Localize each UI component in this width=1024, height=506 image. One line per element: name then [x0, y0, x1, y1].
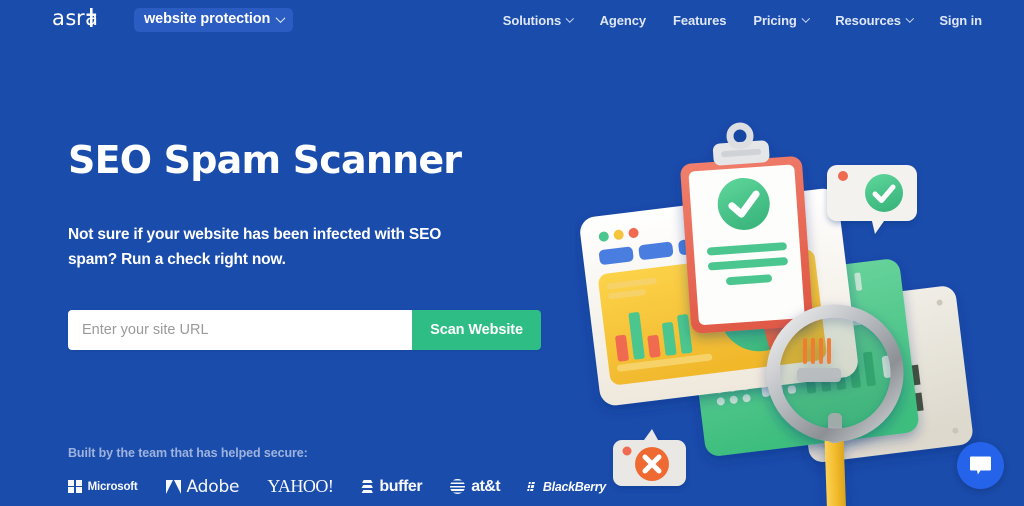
customer-logo-row: Microsoft Adobe YAHOO! buffer at&t Black… [68, 476, 606, 497]
brand-logo-group[interactable]: as ra website protection [52, 6, 294, 35]
adobe-a-icon [165, 479, 181, 494]
page-title: SEO Spam Scanner [68, 138, 462, 182]
trust-bar-label: Built by the team that has helped secure… [68, 446, 308, 460]
chat-widget-button[interactable] [957, 442, 1004, 489]
logo-blackberry: BlackBerry [527, 479, 606, 494]
nav-label-solutions: Solutions [502, 12, 562, 28]
chevron-down-icon [905, 14, 914, 23]
illus-clipboard [680, 122, 813, 334]
logo-adobe: Adobe [165, 476, 240, 497]
logo-microsoft: Microsoft [68, 479, 138, 494]
nav-label-resources: Resources [835, 12, 901, 28]
primary-nav-links: Solutions Agency Features Pricing Resour… [503, 13, 1000, 28]
nav-item-solutions[interactable]: Solutions [502, 12, 574, 28]
nav-item-features[interactable]: Features [673, 13, 726, 28]
logo-label-adobe: Adobe [186, 476, 240, 497]
astra-wordmark[interactable]: as ra [52, 6, 124, 35]
chevron-down-icon [275, 13, 286, 24]
logo-yahoo: YAHOO! [267, 476, 334, 497]
scan-form: Scan Website [68, 310, 541, 351]
hero-illustration [575, 120, 1015, 506]
astra-logo-icon: as ra [52, 6, 99, 30]
blackberry-dots-icon [527, 482, 538, 491]
illus-error-bubble [613, 429, 686, 486]
logo-buffer: buffer [361, 477, 423, 496]
chevron-down-icon [565, 14, 574, 23]
site-url-input[interactable] [68, 310, 413, 351]
microsoft-grid-icon [68, 479, 82, 494]
hero-section: SEO Spam Scanner Not sure if your websit… [68, 138, 568, 351]
logo-att: at&t [450, 477, 501, 496]
trust-bar: Built by the team that has helped secure… [68, 446, 606, 497]
svg-text:as: as [52, 6, 77, 30]
nav-label-features: Features [673, 12, 727, 28]
att-globe-icon [450, 479, 466, 494]
logo-label-microsoft: Microsoft [87, 480, 138, 493]
scan-website-button[interactable]: Scan Website [412, 310, 541, 351]
nav-label-pricing: Pricing [753, 12, 797, 28]
chat-bubble-icon [970, 456, 991, 475]
logo-label-att: at&t [471, 477, 500, 495]
website-protection-badge[interactable]: website protection [134, 8, 294, 32]
logo-label-blackberry: BlackBerry [542, 479, 606, 494]
nav-label-agency: Agency [599, 12, 646, 28]
nav-item-resources[interactable]: Resources [835, 12, 914, 28]
security-scan-illustration [580, 122, 973, 506]
logo-label-buffer: buffer [379, 477, 423, 495]
svg-text:ra: ra [76, 6, 99, 30]
badge-label: website protection [144, 11, 271, 28]
buffer-stack-icon [361, 479, 374, 494]
hero-subtitle: Not sure if your website has been infect… [68, 225, 442, 268]
nav-item-sign-in[interactable]: Sign in [939, 13, 982, 28]
nav-item-pricing[interactable]: Pricing [753, 12, 810, 28]
nav-item-agency[interactable]: Agency [600, 13, 646, 28]
nav-label-sign-in: Sign in [939, 12, 982, 28]
top-navigation-bar: as ra website protection Solutions Agenc… [0, 0, 1024, 40]
chevron-down-icon [801, 14, 810, 23]
yahoo-wordmark: YAHOO! [267, 476, 334, 496]
